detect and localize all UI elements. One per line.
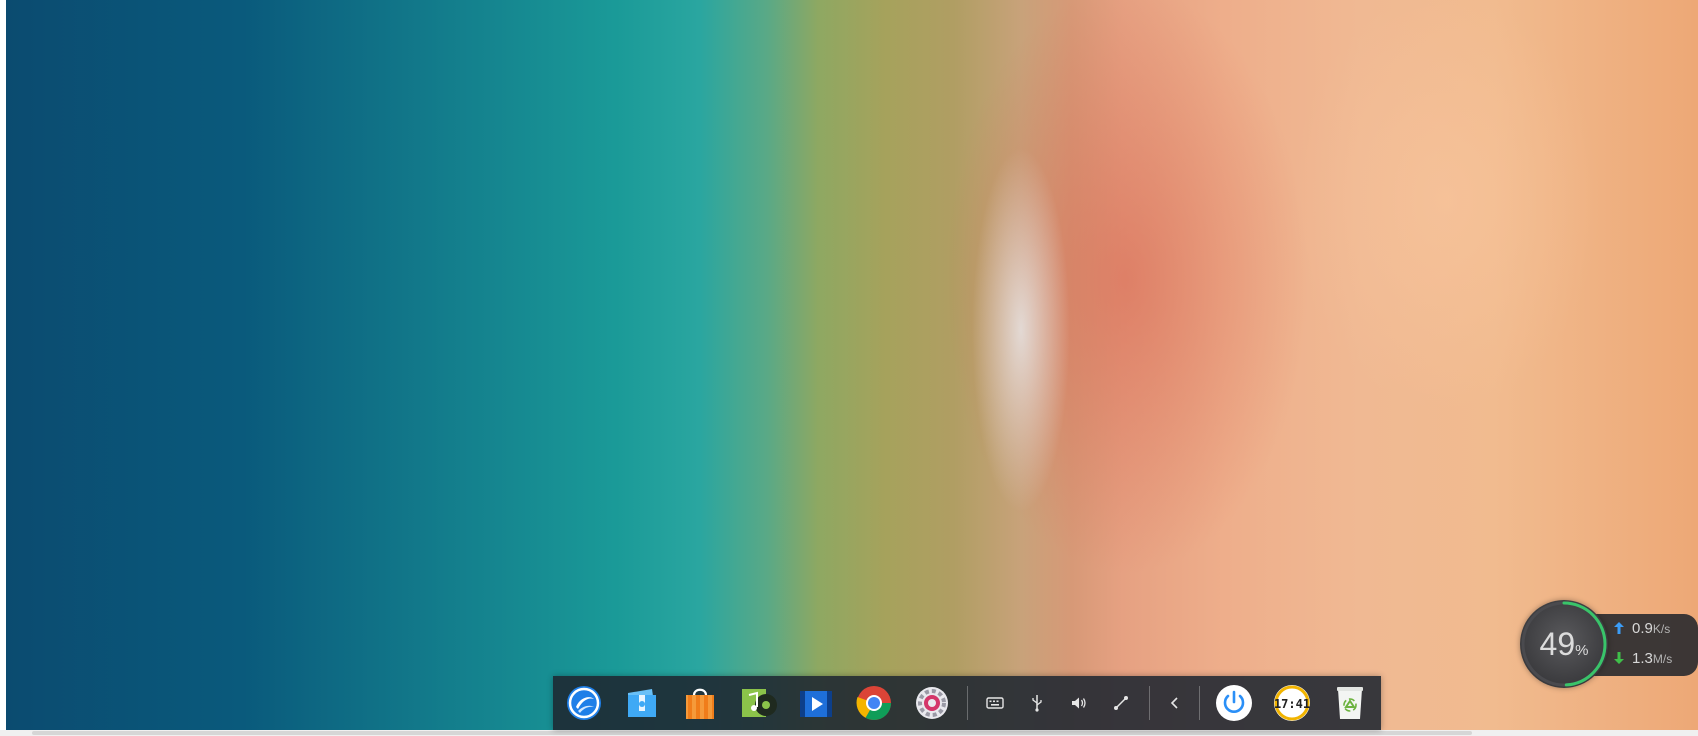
volume-icon	[1072, 697, 1086, 709]
upload-speed: 0.9 K/s	[1618, 620, 1670, 637]
desktop-wallpaper	[6, 0, 1698, 730]
usb-button[interactable]	[1022, 688, 1052, 718]
video-player-icon	[800, 691, 832, 717]
cpu-percentage: 49%	[1536, 624, 1592, 671]
trash-icon	[1337, 687, 1363, 719]
video-player-button[interactable]	[795, 682, 837, 724]
network-icon	[1114, 696, 1128, 710]
clock-icon: 17:41	[1274, 685, 1310, 721]
chevron-left-icon	[1170, 697, 1178, 709]
music-button[interactable]	[737, 682, 779, 724]
trash-button[interactable]	[1329, 682, 1371, 724]
clock-button[interactable]: 17:41	[1271, 682, 1313, 724]
horizontal-scrollbar[interactable]	[32, 731, 1472, 735]
cpu-value-text: 49	[1539, 626, 1576, 662]
folder-icon	[628, 689, 656, 717]
plugin-separator	[1199, 686, 1200, 720]
dock-separator	[967, 686, 968, 720]
upload-value: 0.9	[1632, 620, 1653, 637]
settings-button[interactable]	[911, 682, 953, 724]
deepin-launcher-icon	[567, 686, 601, 720]
launcher-button[interactable]	[563, 682, 605, 724]
keyboard-layout-button[interactable]	[980, 688, 1010, 718]
dock: 17:41	[553, 676, 1381, 730]
clock-text: 17:41	[1274, 697, 1310, 711]
file-manager-button[interactable]	[621, 682, 663, 724]
volume-button[interactable]	[1064, 688, 1094, 718]
download-unit: M/s	[1652, 652, 1673, 666]
download-value: 1.3	[1632, 650, 1653, 667]
download-speed: 1.3 M/s	[1618, 650, 1672, 667]
gear-icon	[916, 687, 948, 719]
usb-icon	[1032, 695, 1042, 712]
power-icon	[1216, 685, 1252, 721]
app-store-button[interactable]	[679, 682, 721, 724]
shopping-bag-icon	[686, 688, 714, 719]
keyboard-icon	[986, 697, 1004, 709]
chrome-button[interactable]	[853, 682, 895, 724]
system-monitor-widget[interactable]: 49% 0.9 K/s 1.3 M/s	[1520, 600, 1698, 690]
cpu-unit-text: %	[1575, 642, 1589, 659]
power-button[interactable]	[1213, 682, 1255, 724]
network-button[interactable]	[1106, 688, 1136, 718]
expand-tray-button[interactable]	[1160, 688, 1190, 718]
music-icon	[742, 689, 777, 717]
tray-separator	[1149, 686, 1150, 720]
chrome-icon	[856, 686, 891, 720]
upload-unit: K/s	[1652, 622, 1671, 636]
